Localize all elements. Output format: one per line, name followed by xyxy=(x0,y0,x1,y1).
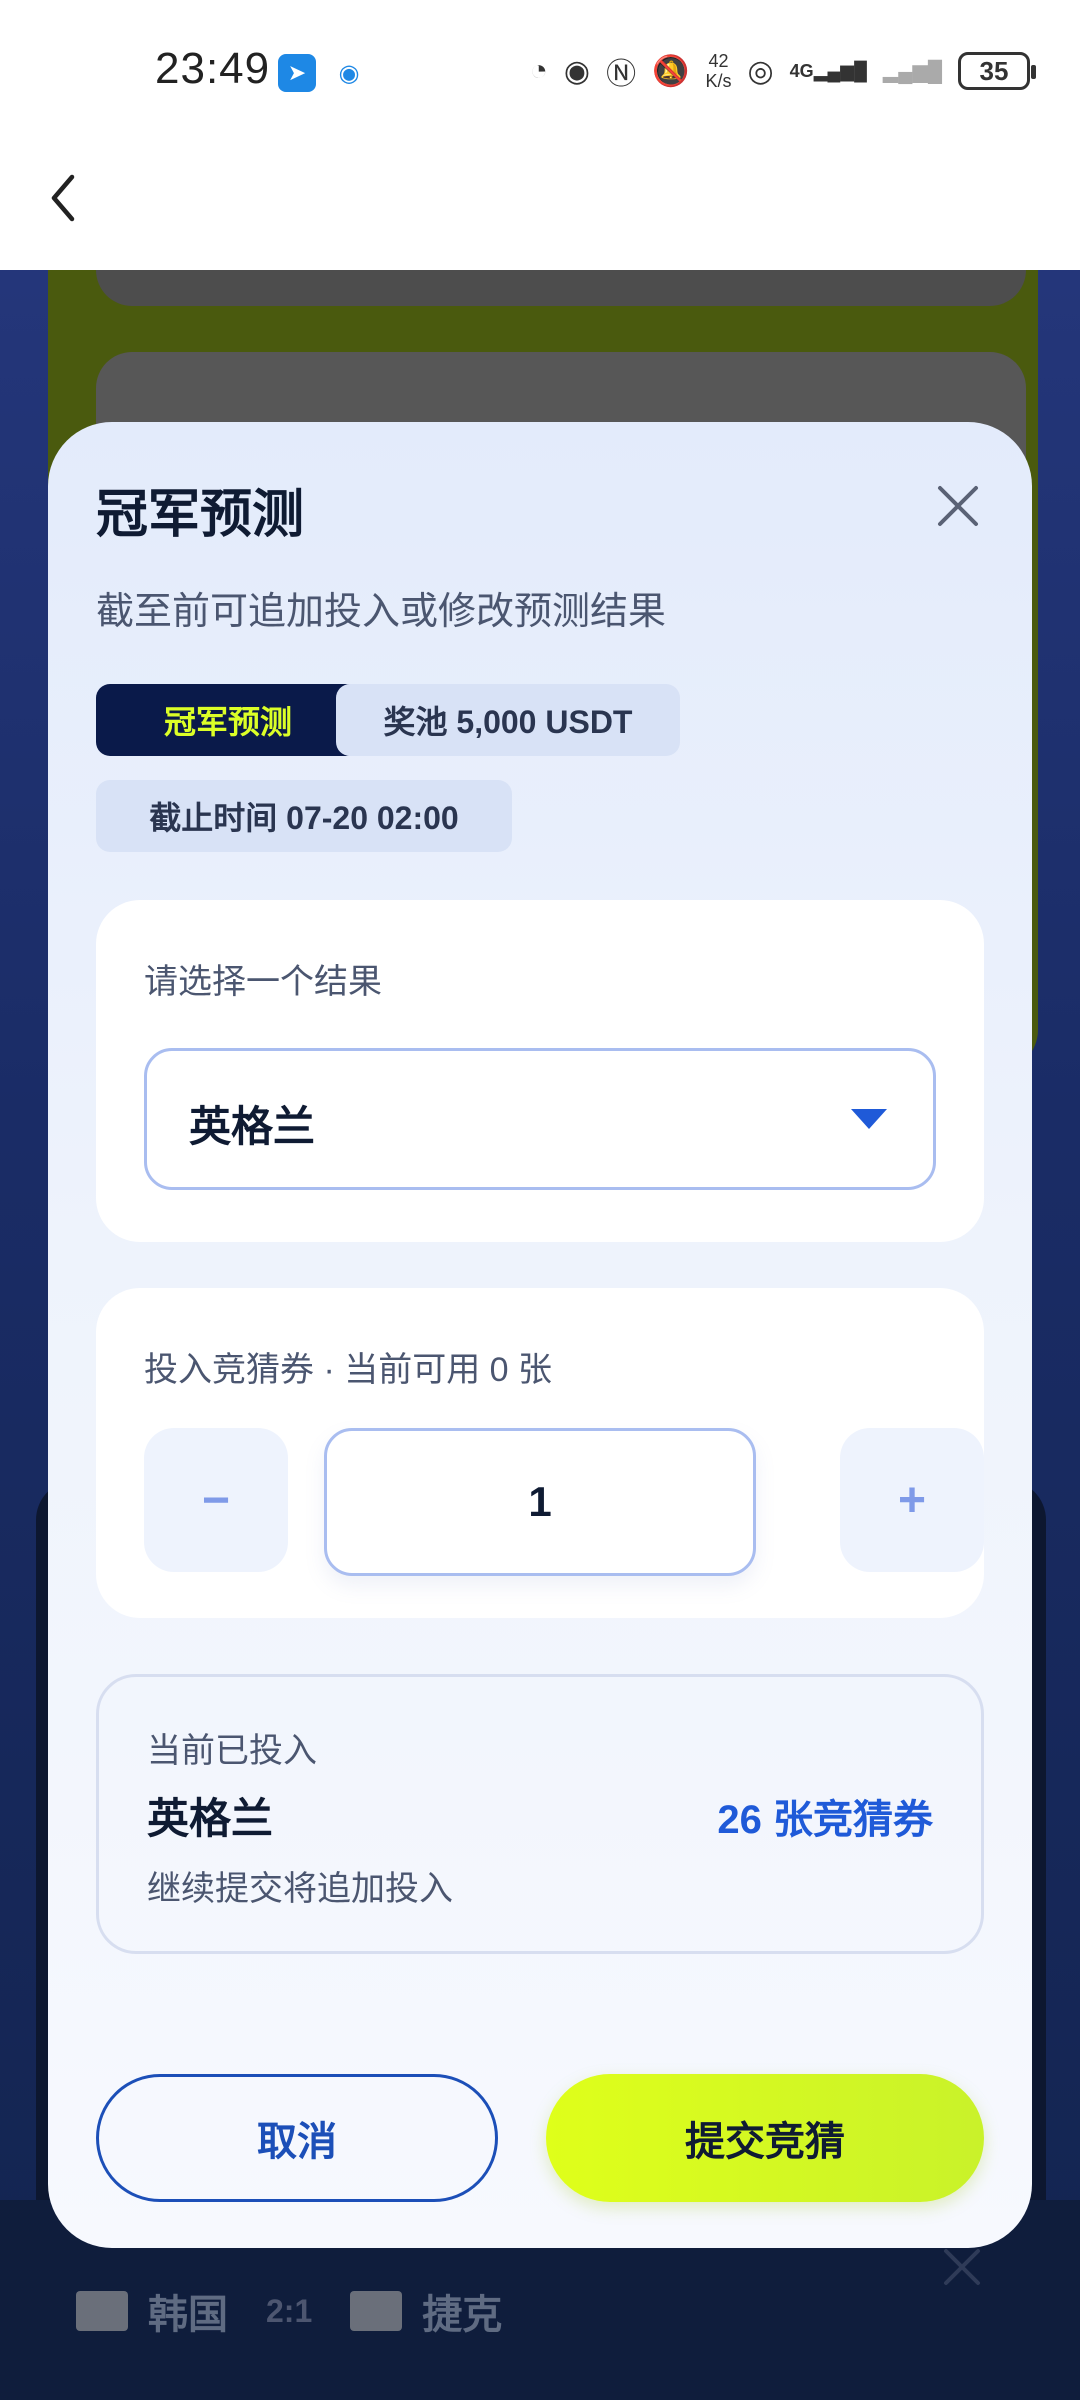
increase-button[interactable]: + xyxy=(840,1428,984,1572)
team-away: 捷克 xyxy=(422,2293,503,2337)
status-bar: 23:49 ➤ ◉ ◔ ◉ Ⓝ 🔕 42 K/s ◎ 4G▂▄▆█ ▂▄▆█ 3… xyxy=(0,0,1080,140)
chevron-left-icon xyxy=(51,174,75,222)
current-label: 当前已投入 xyxy=(147,1732,317,1770)
signal-4g-icon: 4G▂▄▆█ xyxy=(789,60,867,81)
amount-input[interactable]: 1 xyxy=(324,1428,756,1576)
match-score: 2:1 xyxy=(266,2292,313,2329)
result-select-card: 请选择一个结果 英格兰 xyxy=(96,900,984,1242)
system-icons: ◔ ◉ Ⓝ 🔕 42 K/s ◎ 4G▂▄▆█ ▂▄▆█ 35 xyxy=(529,46,1036,96)
team-home: 韩国 xyxy=(148,2293,228,2337)
close-icon[interactable] xyxy=(934,482,982,530)
tag-prize-pool: 奖池 5,000 USDT xyxy=(336,684,680,756)
tag-prediction-type: 冠军预测 xyxy=(96,684,360,756)
select-label: 请选择一个结果 xyxy=(144,963,382,1001)
tag-deadline: 截止时间 07-20 02:00 xyxy=(96,780,512,852)
status-time: 23:49 xyxy=(155,44,271,93)
selected-team: 英格兰 xyxy=(189,1103,316,1150)
eye-icon: ◉ xyxy=(563,54,591,88)
modal-subtitle: 截至前可追加投入或修改预测结果 xyxy=(96,591,667,633)
current-team: 英格兰 xyxy=(147,1795,274,1842)
caret-down-icon xyxy=(851,1109,887,1129)
battery-icon: 35 xyxy=(958,52,1036,90)
amount-label: 投入竞猜券 · 当前可用 0 张 xyxy=(144,1351,553,1389)
app-notification-icon: ➤ xyxy=(278,54,316,92)
hotspot-icon: ◎ xyxy=(747,54,774,88)
current-amount: 26 张竞猜券 xyxy=(717,1798,933,1842)
team-select[interactable]: 英格兰 xyxy=(144,1048,936,1190)
speedometer-icon: ◔ xyxy=(529,54,548,87)
decrease-button[interactable]: − xyxy=(144,1428,288,1572)
top-bar: 23:49 ➤ ◉ ◔ ◉ Ⓝ 🔕 42 K/s ◎ 4G▂▄▆█ ▂▄▆█ 3… xyxy=(0,0,1080,270)
prediction-modal: 冠军预测 截至前可追加投入或修改预测结果 冠军预测 奖池 5,000 USDT … xyxy=(48,422,1032,2248)
nfc-icon: Ⓝ xyxy=(606,58,637,91)
current-investment-card: 当前已投入 英格兰 26 张竞猜券 继续提交将追加投入 xyxy=(96,1674,984,1954)
amount-card: 投入竞猜券 · 当前可用 0 张 − 1 + xyxy=(96,1288,984,1618)
network-speed: 42 K/s xyxy=(705,51,732,91)
current-note: 继续提交将追加投入 xyxy=(147,1870,453,1908)
signal-empty-icon: ▂▄▆█ xyxy=(882,60,942,83)
background-close-icon xyxy=(944,2249,980,2285)
back-button[interactable] xyxy=(38,168,88,228)
czech-flag-icon xyxy=(350,2291,403,2331)
modal-title: 冠军预测 xyxy=(96,486,305,544)
mute-bell-icon: 🔕 xyxy=(652,54,690,88)
korea-flag-icon xyxy=(76,2291,128,2331)
app-notification-icon-2: ◉ xyxy=(338,59,360,87)
cancel-button[interactable]: 取消 xyxy=(96,2074,498,2202)
submit-button[interactable]: 提交竞猜 xyxy=(546,2074,984,2202)
background-match-row: 韩国 2:1 捷克 xyxy=(76,2282,502,2340)
